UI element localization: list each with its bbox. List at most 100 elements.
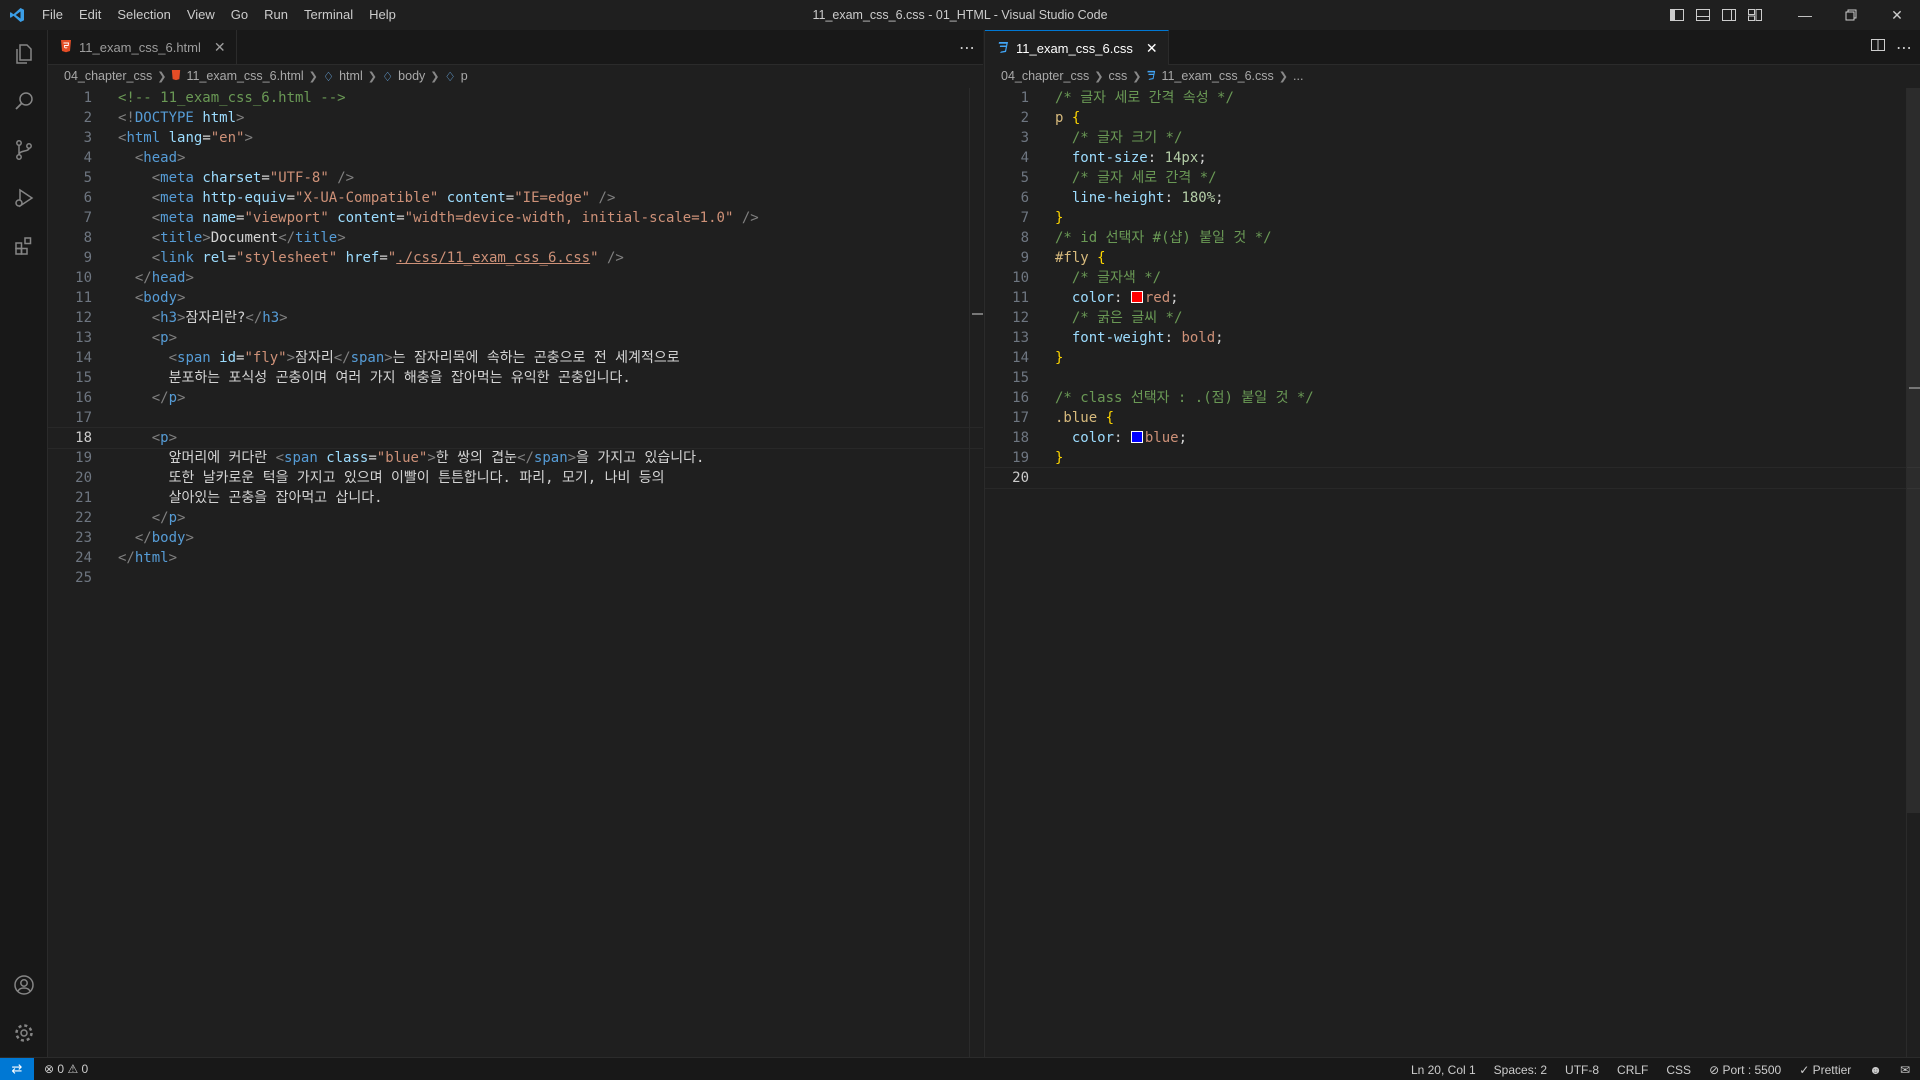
restore-icon[interactable] — [1828, 0, 1874, 30]
code-line[interactable]: 14 <span id="fly">잠자리</span>는 잠자리목에 속하는 … — [48, 348, 983, 368]
code-line[interactable]: 24 </html> — [48, 548, 983, 568]
code-line[interactable]: 7 <meta name="viewport" content="width=d… — [48, 208, 983, 228]
explorer-icon[interactable] — [0, 30, 48, 78]
code-line[interactable]: 4 font-size: 14px; — [985, 148, 1920, 168]
code-line[interactable]: 1 <!-- 11_exam_css_6.html --> — [48, 88, 983, 108]
code-line[interactable]: 6 line-height: 180%; — [985, 188, 1920, 208]
breadcrumb-item[interactable]: 04_chapter_css — [64, 69, 152, 83]
run-debug-icon[interactable] — [0, 174, 48, 222]
code-line[interactable]: 5 <meta charset="UTF-8" /> — [48, 168, 983, 188]
code-line[interactable]: 9 #fly { — [985, 248, 1920, 268]
menu-run[interactable]: Run — [256, 0, 296, 30]
indentation[interactable]: Spaces: 2 — [1494, 1063, 1547, 1077]
search-icon[interactable] — [0, 78, 48, 126]
code-line[interactable]: 19} — [985, 448, 1920, 468]
breadcrumb-item[interactable]: p — [461, 69, 468, 83]
code-line[interactable]: 2p { — [985, 108, 1920, 128]
code-line[interactable]: 17 — [48, 408, 983, 428]
close-tab-icon[interactable]: ✕ — [1146, 40, 1158, 57]
code-line[interactable]: 9 <link rel="stylesheet" href="./css/11_… — [48, 248, 983, 268]
extensions-icon[interactable] — [0, 222, 48, 270]
breadcrumb-item[interactable]: ... — [1293, 69, 1303, 83]
code-line[interactable]: 1 /* 글자 세로 간격 속성 */ — [985, 88, 1920, 108]
menu-file[interactable]: File — [34, 0, 71, 30]
scrollbar-right[interactable] — [1906, 88, 1920, 1057]
code-line[interactable]: 21 살아있는 곤충을 잡아먹고 삽니다. — [48, 488, 983, 508]
minimize-icon[interactable]: — — [1782, 0, 1828, 30]
close-tab-icon[interactable]: ✕ — [214, 39, 226, 56]
code-line[interactable]: 12 <h3>잠자리란?</h3> — [48, 308, 983, 328]
menu-go[interactable]: Go — [223, 0, 256, 30]
tab-html-file[interactable]: 11_exam_css_6.html ✕ — [48, 30, 237, 64]
code-line[interactable]: 25 — [48, 568, 983, 588]
code-line[interactable]: 10 </head> — [48, 268, 983, 288]
line-ending[interactable]: CRLF — [1617, 1063, 1648, 1077]
code-line[interactable]: 19 앞머리에 커다란 <span class="blue">한 쌍의 겹눈</… — [48, 448, 983, 468]
code-line[interactable]: 8 <title>Document</title> — [48, 228, 983, 248]
code-editor-css[interactable]: 1/* 글자 세로 간격 속성 */2 p {3 /* 글자 크기 */4 fon… — [985, 88, 1920, 1057]
code-line[interactable]: 7} — [985, 208, 1920, 228]
code-line[interactable]: 3 /* 글자 크기 */ — [985, 128, 1920, 148]
prettier-status[interactable]: ✓ Prettier — [1799, 1063, 1851, 1077]
code-line[interactable]: 15 분포하는 포식성 곤충이며 여러 가지 해충을 잡아먹는 유익한 곤충입니… — [48, 368, 983, 388]
code-line[interactable]: 13 <p> — [48, 328, 983, 348]
menu-terminal[interactable]: Terminal — [296, 0, 361, 30]
breadcrumb-item[interactable]: 11_exam_css_6.css — [1161, 69, 1273, 83]
remote-indicator-icon[interactable]: ⇄ — [0, 1057, 34, 1080]
toggle-secondary-sidebar-icon[interactable] — [1716, 0, 1742, 30]
code-line[interactable]: 18 color: blue; — [985, 428, 1920, 448]
breadcrumb-item[interactable]: body — [398, 69, 425, 83]
code-line[interactable]: 8 /* id 선택자 #(샵) 붙일 것 */ — [985, 228, 1920, 248]
code-line[interactable]: 5 /* 글자 세로 간격 */ — [985, 168, 1920, 188]
code-line[interactable]: 23 </body> — [48, 528, 983, 548]
toggle-panel-icon[interactable] — [1690, 0, 1716, 30]
code-line[interactable]: 17 .blue { — [985, 408, 1920, 428]
accounts-icon[interactable] — [0, 961, 48, 1009]
customize-layout-icon[interactable] — [1742, 0, 1768, 30]
code-line[interactable]: 12 /* 굵은 글씨 */ — [985, 308, 1920, 328]
code-line[interactable]: 18 <p> — [48, 427, 983, 449]
problems-indicator[interactable]: ⊗ 0 ⚠ 0 — [44, 1062, 88, 1076]
menu-help[interactable]: Help — [361, 0, 404, 30]
menu-selection[interactable]: Selection — [109, 0, 178, 30]
menu-edit[interactable]: Edit — [71, 0, 109, 30]
language-mode[interactable]: CSS — [1666, 1063, 1691, 1077]
code-line[interactable]: 11 color: red; — [985, 288, 1920, 308]
code-line[interactable]: 14} — [985, 348, 1920, 368]
code-line[interactable]: 2 <!DOCTYPE html> — [48, 108, 983, 128]
close-window-icon[interactable]: ✕ — [1874, 0, 1920, 30]
breadcrumb-item[interactable]: html — [339, 69, 363, 83]
breadcrumb-item[interactable]: 11_exam_css_6.html — [186, 69, 303, 83]
code-line[interactable]: 6 <meta http-equiv="X-UA-Compatible" con… — [48, 188, 983, 208]
code-line[interactable]: 11 <body> — [48, 288, 983, 308]
code-line[interactable]: 4 <head> — [48, 148, 983, 168]
code-line[interactable]: 13 font-weight: bold; — [985, 328, 1920, 348]
color-swatch[interactable] — [1130, 291, 1143, 303]
settings-gear-icon[interactable] — [0, 1009, 48, 1057]
tab-css-file[interactable]: 11_exam_css_6.css ✕ — [985, 30, 1169, 65]
source-control-icon[interactable] — [0, 126, 48, 174]
code-line[interactable]: 16 /* class 선택자 : .(점) 붙일 것 */ — [985, 388, 1920, 408]
code-line[interactable]: 10 /* 글자색 */ — [985, 268, 1920, 288]
menu-view[interactable]: View — [179, 0, 223, 30]
feedback-icon[interactable]: ☻ — [1869, 1063, 1882, 1077]
code-line[interactable]: 15 — [985, 368, 1920, 388]
breadcrumb-item[interactable]: 04_chapter_css — [1001, 69, 1089, 83]
more-actions-icon[interactable]: ⋯ — [959, 38, 975, 58]
code-line[interactable]: 20 또한 날카로운 턱을 가지고 있으며 이빨이 튼튼합니다. 파리, 모기,… — [48, 468, 983, 488]
breadcrumb-item[interactable]: css — [1108, 69, 1127, 83]
notifications-bell-icon[interactable]: ✉ — [1900, 1063, 1910, 1077]
color-swatch[interactable] — [1130, 431, 1143, 443]
more-actions-icon[interactable]: ⋯ — [1896, 38, 1912, 58]
scrollbar-thumb[interactable] — [1907, 88, 1920, 813]
code-line[interactable]: 20 — [985, 467, 1920, 489]
code-line[interactable]: 16 </p> — [48, 388, 983, 408]
scrollbar-left[interactable] — [969, 88, 983, 1057]
live-server-port[interactable]: ⊘ Port : 5500 — [1709, 1063, 1781, 1077]
toggle-primary-sidebar-icon[interactable] — [1664, 0, 1690, 30]
code-editor-html[interactable]: 1 <!-- 11_exam_css_6.html --> 2 <!DOCTYPE h… — [48, 88, 983, 1057]
cursor-position[interactable]: Ln 20, Col 1 — [1411, 1063, 1476, 1077]
code-line[interactable]: 22 </p> — [48, 508, 983, 528]
code-line[interactable]: 3 <html lang="en"> — [48, 128, 983, 148]
encoding[interactable]: UTF-8 — [1565, 1063, 1599, 1077]
